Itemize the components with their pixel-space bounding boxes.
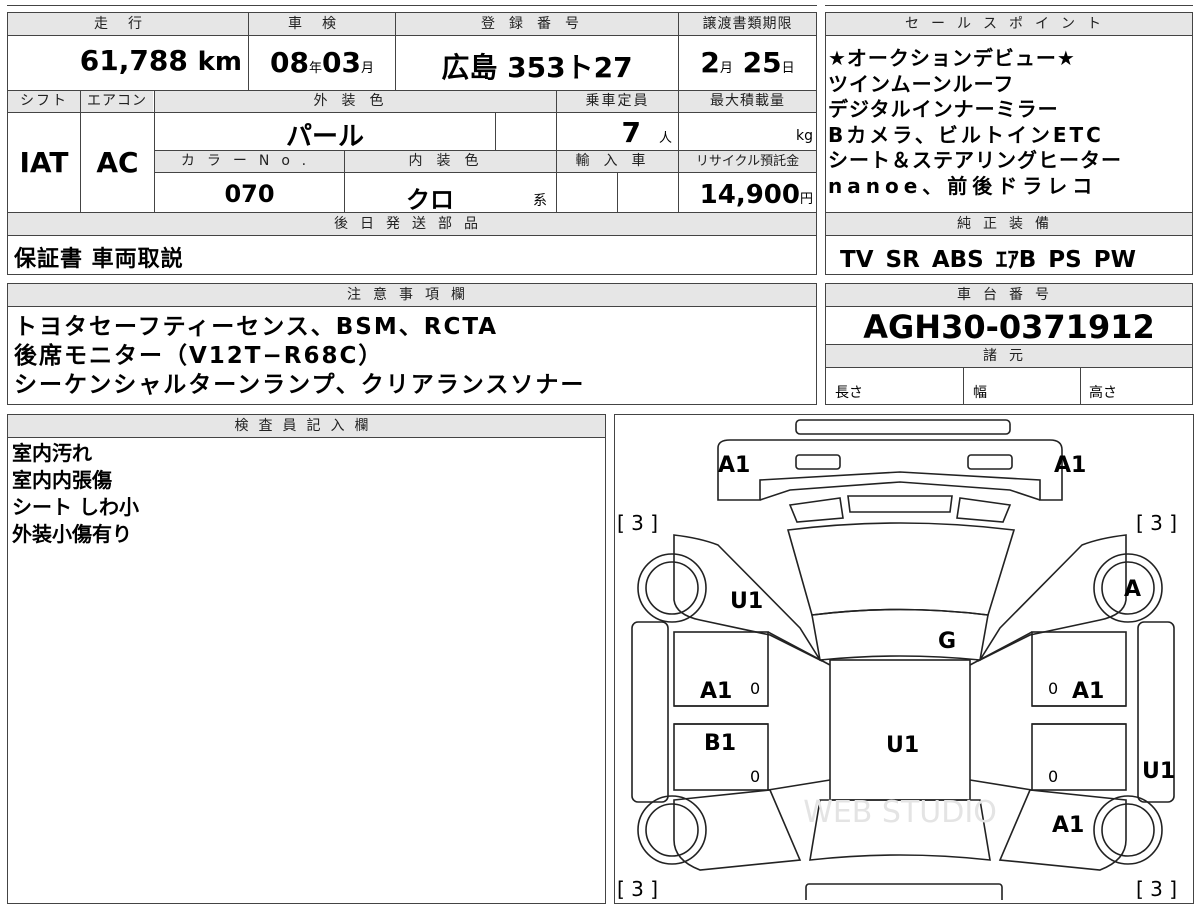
later-parts-value: 保証書 車両取説 [14, 247, 184, 272]
mileage-value: 61,788 km [79, 44, 242, 77]
equipment-item: PS [1048, 247, 1082, 273]
later-parts-header: 後日発送部品 [8, 213, 816, 235]
damage-mark: A1 [1054, 453, 1086, 478]
equipment-list: TV SR ABS ｴｱB PS PW [840, 240, 1136, 274]
equipment-item: TV [840, 247, 874, 273]
aircon-value: AC [96, 146, 139, 179]
registration-header: 登録番号 [396, 13, 678, 35]
shaken-value: 08年03月 [270, 46, 374, 79]
chassis-number: AGH30-0371912 [863, 308, 1155, 346]
zero-mark: 0 [750, 767, 760, 786]
watermark-text: WEB STUDIO [803, 795, 997, 830]
zero-mark: 0 [1048, 679, 1058, 698]
bracket-label: [ 3 ] [1136, 877, 1177, 900]
note-line: 後席モニター（V12T−R68C） [14, 343, 384, 369]
inspector-line: 室内汚れ [12, 441, 92, 465]
equipment-item: PW [1093, 247, 1136, 273]
import-header: 輸入車 [557, 151, 678, 172]
note-line: トヨタセーフティーセンス、BSM、RCTA [14, 314, 499, 340]
spec-length-label: 長さ [835, 385, 863, 401]
color-no-value: 070 [224, 180, 275, 208]
equipment-header: 純正装備 [826, 213, 1192, 235]
inspector-line: シート しわ小 [12, 495, 139, 519]
damage-mark: A1 [1052, 813, 1084, 838]
max-load-unit: kg [796, 128, 813, 144]
recycle-value: 14,900円 [699, 180, 813, 210]
damage-mark: A1 [1072, 679, 1104, 704]
capacity-header: 乗車定員 [557, 91, 678, 112]
damage-mark: B1 [704, 731, 736, 756]
interior-color-header: 内装色 [345, 151, 556, 172]
specs-header: 諸元 [826, 345, 1192, 367]
interior-color-value: クロ [406, 186, 454, 214]
notes-list: トヨタセーフティーセンス、BSM、RCTA 後席モニター（V12T−R68C） … [14, 311, 585, 401]
sales-point-line: ツインムーンルーフ [828, 71, 1015, 96]
sales-point-line: シート＆ステアリングヒーター [828, 148, 1122, 172]
sales-point-line: ★オークションデビュー★ [828, 46, 1076, 70]
damage-mark: A1 [700, 679, 732, 704]
notes-header: 注意事項欄 [8, 284, 816, 306]
equipment-item: ABS [931, 247, 984, 273]
inspector-line: 室内内張傷 [12, 468, 112, 492]
shift-header: シフト [8, 91, 80, 112]
bracket-label: [ 3 ] [617, 877, 658, 900]
recycle-header: リサイクル預託金 [679, 151, 816, 172]
note-line: シーケンシャルターンランプ、クリアランスソナー [14, 372, 586, 398]
zero-mark: 0 [750, 679, 760, 698]
damage-mark: A1 [718, 453, 750, 478]
car-diagram: WEB STUDIO A1 A1 U1 A G A1 A1 B1 U1 U1 A… [617, 419, 1177, 900]
shaken-header: 車検 [249, 13, 395, 35]
mileage-header: 走行 [8, 13, 248, 35]
equipment-item: ｴｱB [995, 247, 1037, 273]
transfer-deadline-value: 2月 25日 [700, 46, 795, 79]
inspector-line: 外装小傷有り [12, 522, 132, 546]
bracket-label: [ 3 ] [1136, 511, 1177, 535]
sales-point-line: デジタルインナーミラー [828, 97, 1059, 121]
interior-color-unit: 系 [533, 193, 547, 209]
equipment-item: SR [885, 247, 920, 273]
top-right-cut [825, 0, 1193, 6]
chassis-header: 車台番号 [826, 284, 1192, 306]
inspector-list: 室内汚れ 室内内張傷 シート しわ小 外装小傷有り [12, 440, 139, 548]
bracket-label: [ 3 ] [617, 511, 658, 535]
inspector-header: 検査員記入欄 [8, 415, 605, 437]
exterior-color-value: パール [285, 122, 364, 152]
max-load-header: 最大積載量 [679, 91, 816, 112]
spec-height-label: 高さ [1089, 385, 1117, 401]
aircon-header: エアコン [81, 91, 153, 112]
zero-mark: 0 [1048, 767, 1058, 786]
damage-mark: U1 [886, 733, 919, 758]
damage-mark: G [938, 629, 956, 654]
exterior-color-header: 外装色 [155, 91, 556, 112]
sales-point-header: セールスポイント [826, 13, 1192, 35]
top-cut-strip [7, 0, 817, 6]
transfer-deadline-header: 譲渡書類期限 [679, 13, 816, 35]
color-no-header: カラーNo. [155, 151, 344, 172]
damage-mark: U1 [1142, 759, 1175, 784]
sales-point-line: nanoe、前後ドラレコ [828, 173, 1098, 198]
damage-mark: A [1124, 577, 1141, 602]
registration-value: 広島 353ト27 [441, 51, 633, 84]
spec-width-label: 幅 [973, 385, 987, 401]
sales-point-list: ★オークションデビュー★ ツインムーンルーフ デジタルインナーミラー Bカメラ、… [828, 46, 1122, 199]
shift-value: IAT [19, 146, 69, 179]
capacity-value: 7人 [621, 116, 673, 149]
sales-point-line: Bカメラ、ビルトインETC [828, 122, 1104, 147]
damage-mark: U1 [730, 589, 763, 614]
